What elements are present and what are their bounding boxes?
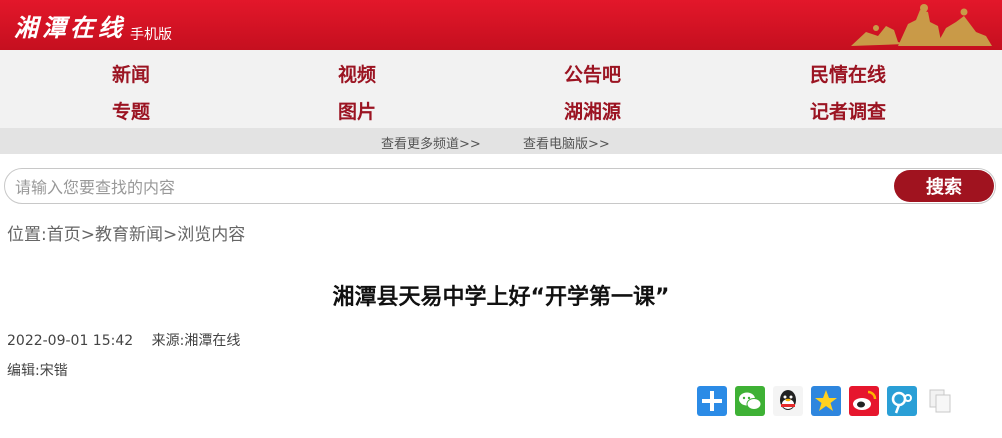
share-wechat-button[interactable] — [735, 386, 765, 416]
share-more-button[interactable] — [697, 386, 727, 416]
wechat-icon — [739, 392, 762, 410]
weibo-icon — [849, 386, 879, 416]
pc-version-link[interactable]: 查看电脑版>> — [523, 133, 610, 152]
nav-item-photos[interactable]: 图片 — [338, 97, 376, 124]
share-toolbar — [697, 386, 955, 416]
editor-label: 编辑: — [7, 363, 40, 379]
site-header: 湘潭在线 手机版 — [0, 0, 1002, 50]
article-editor: 编辑:宋锴 — [7, 360, 68, 380]
qq-icon — [780, 390, 796, 410]
tencent-weibo-icon — [891, 391, 912, 414]
search-input[interactable] — [13, 175, 877, 199]
article-datetime: 2022-09-01 15:42 — [7, 333, 134, 349]
breadcrumb: 位置:首页>教育新闻>浏览内容 — [7, 220, 245, 245]
share-qq-button[interactable] — [773, 386, 803, 416]
nav-item-news[interactable]: 新闻 — [112, 60, 150, 87]
logo-subtitle: 手机版 — [130, 27, 172, 43]
share-weibo-button[interactable] — [849, 386, 879, 416]
breadcrumb-prefix: 位置: — [7, 225, 47, 245]
editor-name: 宋锴 — [39, 363, 68, 379]
nav-item-reporter-survey[interactable]: 记者调查 — [810, 97, 886, 124]
article-meta: 2022-09-01 15:42 来源:湘潭在线 — [7, 330, 240, 350]
breadcrumb-home[interactable]: 首页 — [47, 225, 81, 245]
site-logo[interactable]: 湘潭在线 — [14, 8, 126, 43]
more-channels-link[interactable]: 查看更多频道>> — [381, 133, 481, 152]
plus-icon — [702, 391, 722, 411]
article-title: 湘潭县天易中学上好“开学第一课” — [332, 285, 670, 310]
share-tencent-weibo-button[interactable] — [887, 386, 917, 416]
nav-item-video[interactable]: 视频 — [338, 60, 376, 87]
nav-item-special[interactable]: 专题 — [112, 97, 150, 124]
article-source: 湘潭在线 — [184, 333, 241, 349]
search-bar: 搜索 — [4, 168, 996, 204]
source-label: 来源: — [151, 333, 185, 349]
copy-link-button[interactable] — [925, 386, 955, 416]
breadcrumb-separator: > — [162, 225, 178, 245]
share-favorite-button[interactable] — [811, 386, 841, 416]
nav-item-huxiangyuan[interactable]: 湖湘源 — [564, 97, 621, 124]
statue-decoration — [851, 4, 992, 46]
star-icon — [815, 390, 837, 411]
more-links-bar: 查看更多频道>> 查看电脑版>> — [0, 128, 1002, 154]
nav-item-public-opinion[interactable]: 民情在线 — [810, 60, 886, 87]
nav-item-bulletin[interactable]: 公告吧 — [564, 60, 621, 87]
channel-nav: 新闻 视频 公告吧 民情在线 专题 图片 湖湘源 记者调查 — [0, 50, 1002, 128]
search-button[interactable]: 搜索 — [894, 170, 994, 202]
copy-icon — [929, 389, 951, 413]
breadcrumb-section[interactable]: 教育新闻 — [95, 225, 163, 245]
breadcrumb-current: 浏览内容 — [177, 225, 246, 245]
breadcrumb-separator: > — [80, 225, 95, 245]
